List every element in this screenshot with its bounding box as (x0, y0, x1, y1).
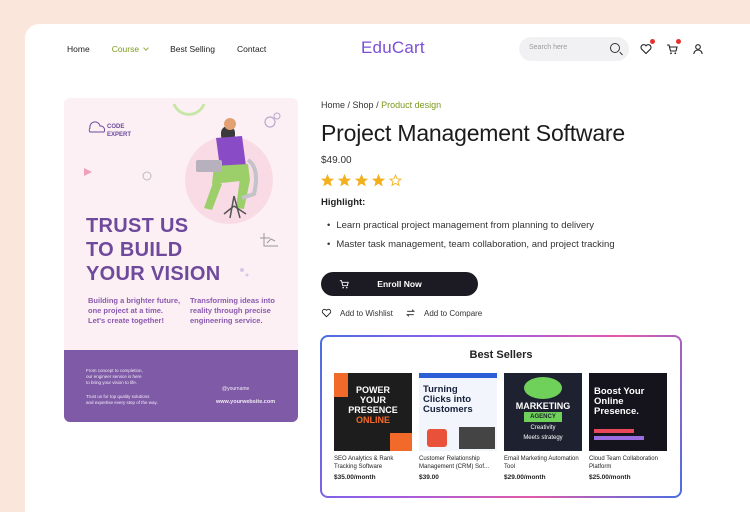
star-filled-icon (372, 174, 385, 187)
product-card-price: $39.00 (419, 474, 439, 481)
breadcrumb: Home / Shop / Product design (321, 100, 441, 110)
thumb-text: Turning Clicks into Customers (423, 384, 473, 415)
product-card-price: $29.00/month (504, 474, 546, 481)
highlight-item: Master task management, team collaborati… (327, 239, 614, 250)
thumb-text: MARKETING AGENCY Creativity Meets strate… (515, 401, 571, 441)
product-card-name: Cloud Team Collaboration Platform (589, 456, 658, 470)
product-card-name: SEO Analytics & Rank Tracking Software (334, 456, 394, 470)
cart-icon (339, 280, 349, 289)
nav-home[interactable]: Home (67, 44, 90, 54)
product-card[interactable]: POWER YOUR PRESENCE ONLINE SEO Analytics & … (334, 373, 412, 481)
best-sellers-panel: Best Sellers POWER YOUR PRESENCE ONLINE SEO… (320, 335, 682, 498)
nav-best-selling[interactable]: Best Selling (170, 44, 215, 54)
star-filled-icon (338, 174, 351, 187)
product-title: Project Management Software (321, 120, 625, 146)
product-card[interactable]: Boost Your Online Presence. Cloud Team Col… (589, 373, 667, 481)
poster-left-text: Building a brighter future, one project a… (88, 296, 181, 325)
poster-social: @yourname (222, 386, 250, 392)
site-logo[interactable]: EduCart (361, 38, 425, 58)
rating-stars (321, 174, 402, 187)
highlight-label: Highlight: (321, 197, 366, 208)
product-card-price: $25.00/month (589, 474, 631, 481)
wishlist-label: Add to Wishlist (340, 308, 393, 318)
product-card-price: $35.00/month (334, 474, 376, 481)
nav-course-label: Course (111, 44, 140, 54)
search-icon[interactable] (610, 43, 620, 53)
poster-website: www.yourwebsite.com (216, 399, 276, 405)
cart-icon[interactable] (666, 39, 681, 55)
compare-label: Add to Compare (424, 308, 483, 318)
product-card[interactable]: MARKETING AGENCY Creativity Meets strate… (504, 373, 582, 481)
product-card-name: Email Marketing Automation Tool (504, 456, 579, 470)
star-filled-icon (355, 174, 368, 187)
product-image: CODE EXPERT TRUST US TO BUILD YOUR VISION B… (64, 98, 298, 422)
product-thumbnail: Turning Clicks into Customers (419, 373, 497, 451)
breadcrumb-home[interactable]: Home (321, 100, 345, 110)
thumb-text: Boost Your Online Presence. (594, 386, 645, 417)
chevron-down-icon (143, 45, 149, 51)
highlight-item: Learn practical project management from … (327, 220, 594, 231)
star-filled-icon (321, 174, 334, 187)
heart-icon (321, 308, 332, 318)
wishlist-link[interactable]: Add to Wishlist (321, 308, 393, 318)
product-price: $49.00 (321, 155, 352, 166)
cart-badge (676, 39, 681, 44)
enroll-label: Enroll Now (377, 279, 422, 289)
thumb-text: POWER YOUR PRESENCE ONLINE (348, 385, 398, 425)
poster-foot-text2: Trust us for top quality solutions and ex… (86, 394, 158, 405)
wishlist-badge (650, 39, 655, 44)
product-card[interactable]: Turning Clicks into Customers Customer Rel… (419, 373, 497, 481)
breadcrumb-sep: / (373, 100, 382, 110)
breadcrumb-shop[interactable]: Shop (353, 100, 374, 110)
page-frame: Home Course Best Selling Contact EduCart… (25, 24, 750, 512)
nav-contact[interactable]: Contact (237, 44, 266, 54)
product-thumbnail: POWER YOUR PRESENCE ONLINE (334, 373, 412, 451)
main-nav: Home Course Best Selling Contact (67, 44, 266, 54)
product-card-name: Customer Relationship Management (CRM) S… (419, 456, 490, 470)
poster-headline: TRUST US TO BUILD YOUR VISION (86, 215, 221, 285)
enroll-button[interactable]: Enroll Now (321, 272, 478, 296)
user-icon[interactable] (692, 42, 704, 55)
compare-link[interactable]: Add to Compare (405, 308, 482, 318)
star-empty-icon (389, 174, 402, 187)
product-thumbnail: Boost Your Online Presence. (589, 373, 667, 451)
search-placeholder: Search here (529, 44, 568, 51)
compare-icon (406, 309, 415, 317)
heart-icon[interactable] (640, 39, 655, 55)
best-sellers-heading: Best Sellers (469, 349, 533, 361)
nav-course[interactable]: Course (111, 44, 149, 54)
poster-brand: CODE EXPERT (107, 124, 132, 138)
breadcrumb-current: Product design (381, 100, 442, 110)
product-thumbnail: MARKETING AGENCY Creativity Meets strate… (504, 373, 582, 451)
poster-right-text: Transforming ideas into reality through p… (190, 296, 276, 325)
poster-footer: From concept to completion, our engineer … (64, 350, 298, 422)
poster-foot-text1: From concept to completion, our engineer … (86, 368, 143, 385)
breadcrumb-sep: / (345, 100, 353, 110)
search-input[interactable]: Search here (519, 37, 629, 61)
